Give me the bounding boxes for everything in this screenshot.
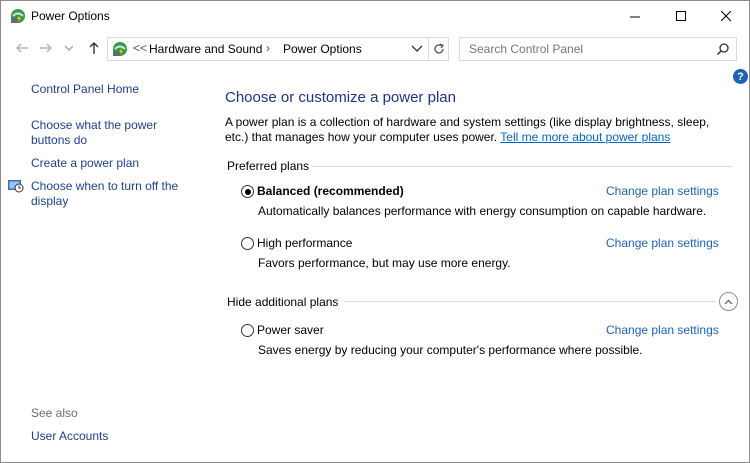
sidebar-turn-off-display[interactable]: Choose when to turn off the display	[31, 179, 191, 209]
preferred-plans-divider	[313, 166, 733, 167]
sidebar-choose-power-buttons[interactable]: Choose what the power buttons do	[31, 118, 171, 148]
page-title: Choose or customize a power plan	[225, 89, 456, 106]
display-timer-icon	[7, 177, 24, 194]
control-panel-icon	[111, 40, 129, 58]
breadcrumb-hardware-and-sound[interactable]: Hardware and Sound	[149, 42, 262, 56]
see-also-label: See also	[31, 406, 78, 420]
search-icon[interactable]	[716, 42, 730, 56]
additional-plans-divider	[345, 301, 715, 302]
close-button[interactable]	[703, 1, 749, 32]
balanced-change-settings-link[interactable]: Change plan settings	[606, 184, 719, 198]
maximize-button[interactable]	[658, 1, 704, 32]
forward-button[interactable]	[37, 39, 55, 57]
breadcrumb-arrow[interactable]: ›	[266, 41, 270, 55]
high-performance-change-settings-link[interactable]: Change plan settings	[606, 236, 719, 250]
breadcrumb-power-options[interactable]: Power Options	[283, 42, 362, 56]
back-button[interactable]	[13, 39, 31, 57]
recent-locations-button[interactable]	[63, 39, 75, 57]
high-performance-plan-name[interactable]: High performance	[257, 236, 352, 250]
power-saver-change-settings-link[interactable]: Change plan settings	[606, 323, 719, 337]
refresh-button[interactable]	[428, 38, 449, 60]
power-options-window: Power Options << Hardware and Sound › Po…	[0, 0, 750, 463]
breadcrumb-overflow[interactable]: <<	[133, 41, 147, 55]
hide-additional-plans-label[interactable]: Hide additional plans	[227, 295, 338, 309]
address-bar[interactable]: << Hardware and Sound › Power Options	[107, 37, 449, 61]
sidebar-user-accounts[interactable]: User Accounts	[31, 429, 201, 444]
power-saver-plan-radio[interactable]	[241, 324, 254, 337]
high-performance-plan-radio[interactable]	[241, 237, 254, 250]
learn-more-link[interactable]: Tell me more about power plans	[500, 130, 670, 144]
chevron-up-icon	[724, 299, 733, 304]
up-button[interactable]	[85, 39, 103, 57]
search-placeholder: Search Control Panel	[469, 42, 584, 56]
sidebar-control-panel-home[interactable]: Control Panel Home	[31, 82, 201, 97]
balanced-plan-radio[interactable]	[241, 185, 254, 198]
title-bar: Power Options	[1, 1, 749, 32]
preferred-plans-label: Preferred plans	[227, 159, 310, 173]
power-saver-plan-name[interactable]: Power saver	[257, 323, 324, 337]
address-dropdown-icon[interactable]	[411, 42, 423, 54]
power-saver-plan-description: Saves energy by reducing your computer's…	[258, 343, 643, 357]
page-description: A power plan is a collection of hardware…	[225, 115, 735, 145]
power-options-icon	[9, 7, 27, 25]
collapse-additional-plans-button[interactable]	[719, 292, 738, 311]
balanced-plan-name[interactable]: Balanced (recommended)	[257, 184, 404, 198]
high-performance-plan-description: Favors performance, but may use more ene…	[258, 256, 511, 270]
window-title: Power Options	[31, 9, 110, 23]
minimize-button[interactable]	[612, 1, 658, 32]
sidebar-create-power-plan[interactable]: Create a power plan	[31, 156, 201, 171]
search-input[interactable]: Search Control Panel	[459, 37, 737, 61]
balanced-plan-description: Automatically balances performance with …	[258, 204, 707, 218]
refresh-icon	[434, 43, 445, 54]
help-icon[interactable]: ?	[733, 69, 748, 84]
